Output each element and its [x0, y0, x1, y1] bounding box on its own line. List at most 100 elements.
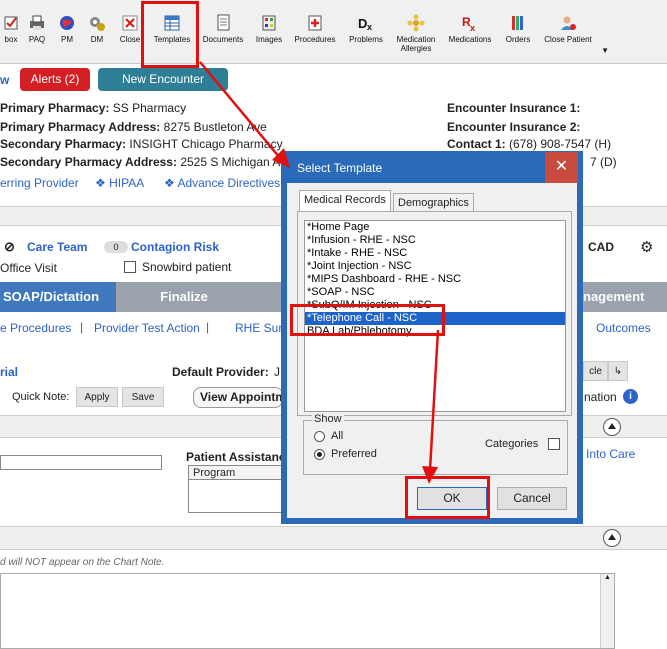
show-preferred-label: Preferred: [331, 448, 377, 460]
info-icon[interactable]: i: [623, 389, 638, 404]
alerts-button[interactable]: Alerts (2): [20, 68, 90, 91]
toolbar-pm[interactable]: PM: [55, 14, 79, 60]
toolbar-paq[interactable]: PAQ: [24, 14, 50, 60]
toolbar-medications[interactable]: Rx Medications: [446, 14, 494, 60]
toolbar-label: Documents: [202, 35, 244, 44]
default-provider-value[interactable]: J: [274, 365, 280, 379]
apply-button[interactable]: Apply: [76, 387, 118, 407]
toolbar-label: Problems: [349, 35, 383, 44]
separator: |: [206, 320, 210, 334]
orders-icon: [512, 16, 523, 30]
checkbox-icon: [4, 16, 18, 30]
document-icon: [217, 14, 230, 31]
close-patient-icon: [561, 16, 576, 30]
toolbar-problems[interactable]: Dx Problems: [345, 14, 387, 60]
toolbar-close-patient[interactable]: Close Patient: [541, 14, 595, 60]
encounter-insurance-1-label: Encounter Insurance 1:: [447, 101, 581, 115]
quick-note-label: Quick Note:: [12, 391, 70, 403]
into-care-link[interactable]: Into Care: [586, 447, 635, 461]
template-list-item[interactable]: *Infusion - RHE - NSC: [305, 234, 565, 247]
secondary-pharmacy-address-row: Secondary Pharmacy Address: 2525 S Michi…: [0, 155, 293, 169]
snowbird-checkbox[interactable]: [124, 261, 136, 273]
template-list-item[interactable]: *Home Page: [305, 221, 565, 234]
dialog-close-button[interactable]: ✕: [545, 152, 578, 183]
template-list-item[interactable]: *Joint Injection - NSC: [305, 260, 565, 273]
referring-provider-link[interactable]: erring Provider: [0, 176, 79, 190]
gear-icon[interactable]: ⚙: [640, 238, 653, 256]
view-appointment-button[interactable]: View Appointm: [193, 387, 283, 408]
hipaa-link[interactable]: ❖ HIPAA: [95, 176, 144, 190]
toolbar: box PAQ PM DM Close Templates Documents …: [0, 0, 667, 64]
allergy-icon: [407, 14, 425, 32]
tab-finalize[interactable]: Finalize: [118, 282, 250, 312]
hipaa-label: HIPAA: [109, 176, 145, 190]
nav-link-fragment[interactable]: w: [0, 73, 9, 87]
scrollbar[interactable]: ▲: [600, 574, 614, 648]
template-list-item[interactable]: *MIPS Dashboard - RHE - NSC: [305, 273, 565, 286]
scroll-up-arrow-icon[interactable]: ▲: [601, 574, 614, 581]
globe-icon: [60, 16, 74, 30]
toolbar-label: PAQ: [28, 35, 46, 44]
tab-medical-records[interactable]: Medical Records: [299, 190, 391, 212]
default-provider-label: Default Provider:: [172, 365, 269, 379]
cancel-button[interactable]: Cancel: [497, 487, 567, 510]
show-all-label: All: [331, 430, 344, 442]
toolbar-dm[interactable]: DM: [85, 14, 109, 60]
cle-button[interactable]: cle: [583, 361, 608, 381]
text-input[interactable]: [0, 455, 162, 470]
procedures-link[interactable]: e Procedures: [0, 321, 71, 335]
toolbar-label: Images: [255, 35, 283, 44]
primary-pharmacy-label: Primary Pharmacy:: [0, 101, 110, 115]
provider-test-action-link[interactable]: Provider Test Action: [94, 321, 200, 335]
annotation-box-ok: [405, 476, 490, 519]
dx-icon: Dx: [358, 16, 372, 32]
dialog-title: Select Template: [297, 161, 383, 175]
primary-pharmacy-value: SS Pharmacy: [112, 101, 187, 115]
toolbar-procedures[interactable]: Procedures: [292, 14, 338, 60]
template-list-item[interactable]: *Intake - RHE - NSC: [305, 247, 565, 260]
categories-checkbox[interactable]: [548, 438, 560, 450]
toolbar-orders[interactable]: Orders: [503, 14, 533, 60]
advance-directives-link[interactable]: ❖ Advance Directives: [164, 176, 280, 190]
tab-soap-dictation[interactable]: SOAP/Dictation: [0, 282, 116, 312]
no-symbol-icon: ⊘: [4, 239, 15, 254]
show-all-radio[interactable]: [314, 431, 325, 442]
collapse-up-icon[interactable]: [603, 418, 621, 436]
program-table: Program: [188, 465, 284, 513]
toolbar-medication-allergies[interactable]: Medication Allergies: [393, 14, 439, 60]
collapse-up-icon[interactable]: [603, 529, 621, 547]
gears-icon: [90, 17, 105, 31]
note-textarea[interactable]: ▲: [0, 573, 615, 649]
toolbar-label: Orders: [505, 35, 531, 44]
trial-link[interactable]: rial: [0, 365, 18, 379]
information-label: nation: [584, 390, 617, 404]
pin-icon[interactable]: ↳: [608, 361, 628, 381]
contagion-risk-link[interactable]: Contagion Risk: [131, 240, 219, 254]
categories-label: Categories: [485, 438, 539, 450]
toolbar-images[interactable]: Images: [253, 14, 285, 60]
template-list-item[interactable]: *SOAP - NSC: [305, 286, 565, 299]
toolbar-documents[interactable]: Documents: [200, 14, 246, 60]
show-preferred-radio[interactable]: [314, 449, 325, 460]
dialog-body: Medical Records Demographics *Home Page …: [287, 183, 577, 518]
toolbar-label: Procedures: [294, 35, 336, 44]
diamond-icon: ❖: [164, 176, 178, 190]
select-template-dialog: Select Template ✕ Medical Records Demogr…: [281, 151, 583, 524]
secondary-pharmacy-value: INSIGHT Chicago Pharmacy: [129, 137, 283, 151]
toolbar-label: Medication Allergies: [396, 35, 436, 53]
toolbar-box[interactable]: box: [0, 14, 22, 60]
care-team-link[interactable]: Care Team: [27, 240, 87, 254]
save-button[interactable]: Save: [122, 387, 164, 407]
svg-text:x: x: [470, 23, 475, 32]
show-group: Show All Preferred Categories: [303, 413, 568, 475]
tab-demographics[interactable]: Demographics: [393, 193, 474, 213]
contact-extra: 7 (D): [590, 155, 617, 169]
rx-icon: Rx: [462, 15, 475, 32]
toolbar-close[interactable]: Close: [116, 14, 144, 60]
advance-directives-label: Advance Directives: [177, 176, 281, 190]
toolbar-overflow-dropdown[interactable]: ▼: [601, 46, 609, 55]
new-encounter-button[interactable]: New Encounter: [98, 68, 228, 91]
outcomes-link[interactable]: Outcomes: [596, 321, 651, 335]
tab-management[interactable]: nagement: [583, 282, 667, 312]
toolbar-label: Medications: [448, 35, 492, 44]
